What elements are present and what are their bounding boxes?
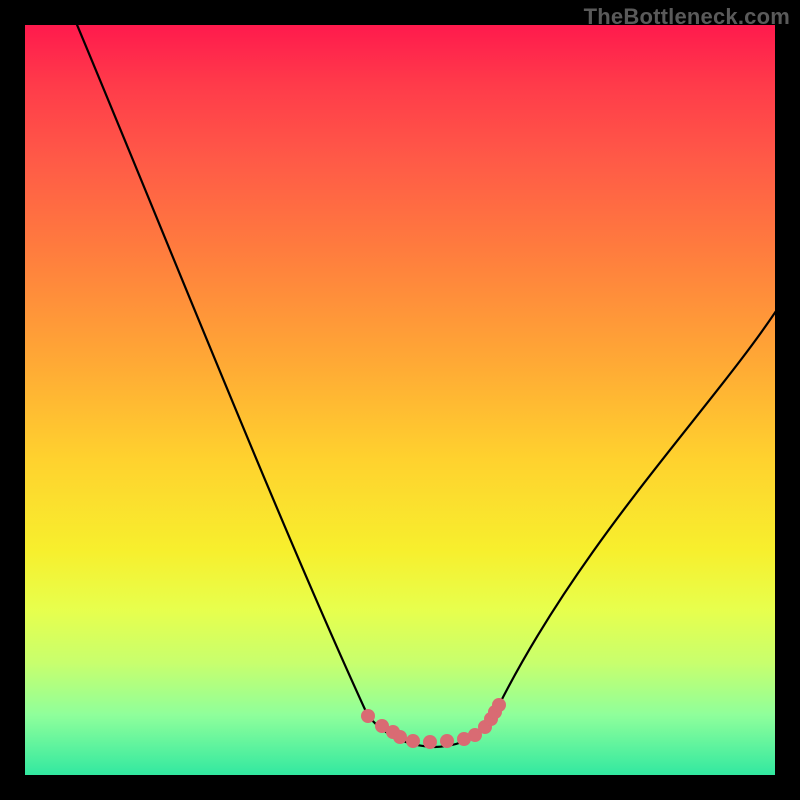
- valley-marker-dot: [492, 698, 506, 712]
- curve-valley-markers: [361, 698, 506, 749]
- valley-marker-dot: [440, 734, 454, 748]
- valley-marker-dot: [361, 709, 375, 723]
- valley-marker-dot: [393, 730, 407, 744]
- chart-plot-area: [25, 25, 775, 775]
- chart-svg: [25, 25, 775, 775]
- valley-marker-dot: [423, 735, 437, 749]
- valley-marker-dot: [406, 734, 420, 748]
- watermark-text: TheBottleneck.com: [584, 4, 790, 30]
- bottleneck-curve: [75, 25, 775, 747]
